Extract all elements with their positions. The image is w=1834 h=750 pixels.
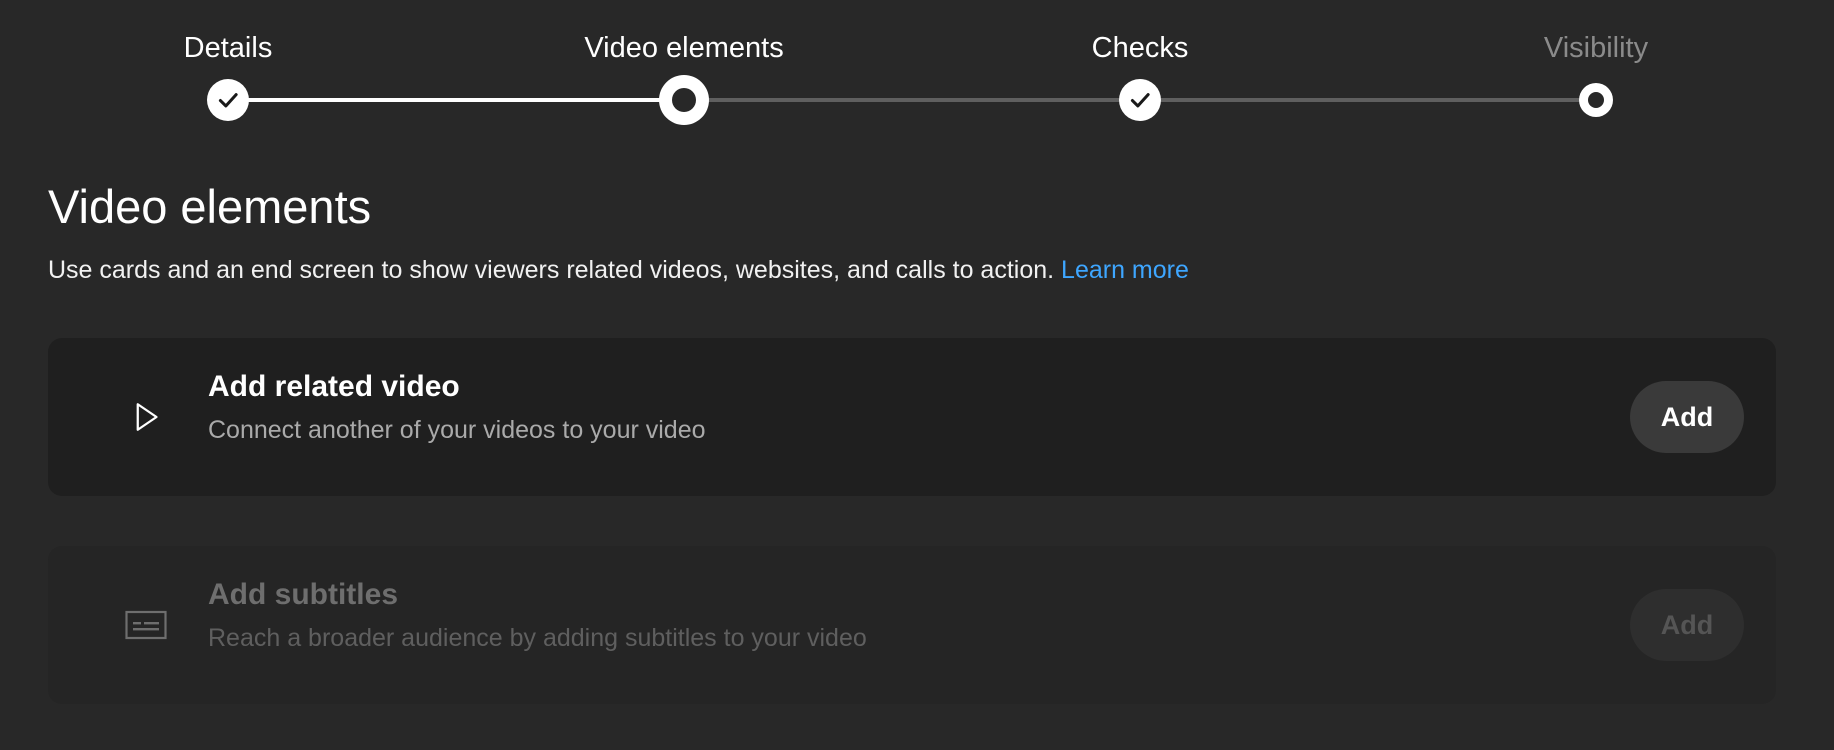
page-description: Use cards and an end screen to show view… [48,254,1189,286]
description-text: Use cards and an end screen to show view… [48,256,1055,284]
add-related-video-button[interactable]: Add [1630,381,1744,453]
checkmark-icon [218,93,238,108]
subtitles-card: Add subtitles Reach a broader audience b… [48,546,1776,704]
step-label-video-elements[interactable]: Video elements [584,30,783,66]
upload-stepper: Details Video elements Checks Visibility [0,0,1834,130]
subtitles-title: Add subtitles [208,578,399,611]
subtitles-subtitle: Reach a broader audience by adding subti… [208,624,867,652]
step-node-video-elements[interactable] [659,75,709,125]
related-video-title: Add related video [208,370,460,403]
step-label-visibility[interactable]: Visibility [1544,30,1648,66]
add-subtitles-button[interactable]: Add [1630,589,1744,661]
checkmark-icon [1130,93,1150,108]
step-node-visibility[interactable] [1579,83,1613,117]
step-node-checks[interactable] [1119,79,1161,121]
current-step-indicator [672,88,696,112]
page-title: Video elements [48,180,372,233]
upload-dialog-page: Details Video elements Checks Visibility… [0,0,1834,750]
pending-step-indicator [1588,92,1604,108]
learn-more-link[interactable]: Learn more [1061,256,1189,284]
step-label-details[interactable]: Details [184,30,273,66]
step-node-details[interactable] [207,79,249,121]
related-video-subtitle: Connect another of your videos to your v… [208,416,706,444]
step-label-checks[interactable]: Checks [1092,30,1189,66]
related-video-card: Add related video Connect another of you… [48,338,1776,496]
subtitles-icon [116,595,176,655]
play-icon [116,387,176,447]
stepper-track-completed [228,98,684,102]
